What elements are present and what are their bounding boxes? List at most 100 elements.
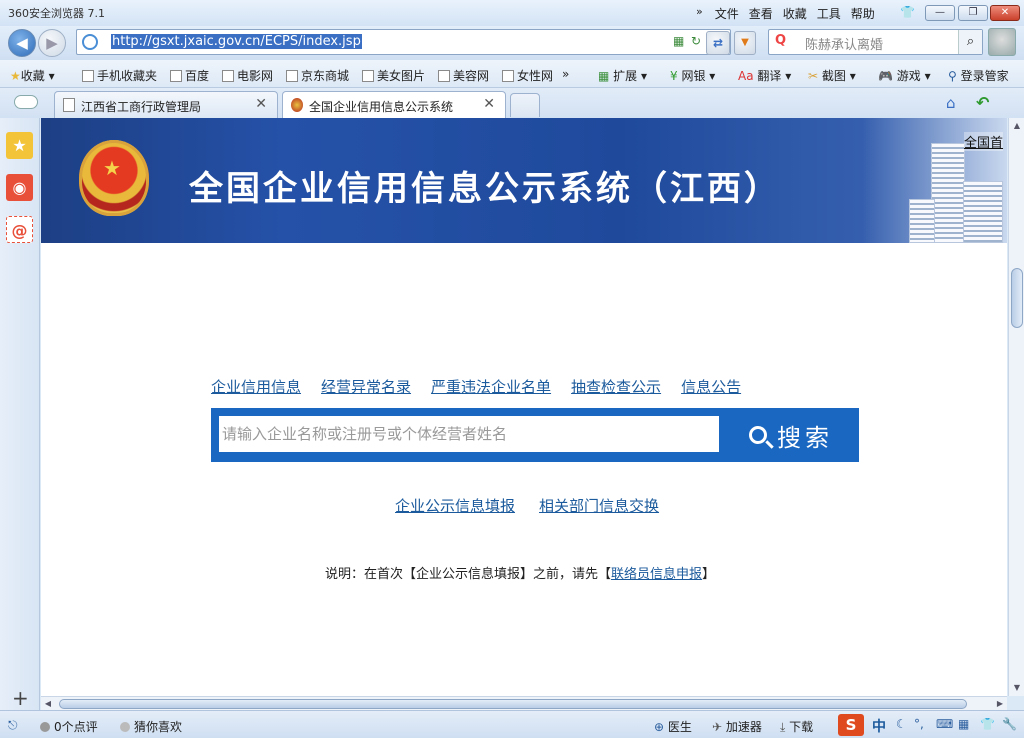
punctuation-icon[interactable]: °, bbox=[914, 717, 924, 731]
link-info-exchange[interactable]: 相关部门信息交换 bbox=[539, 495, 659, 516]
tab-jiangxi-aic[interactable]: 江西省工商行政管理局 ✕ bbox=[54, 91, 278, 118]
tool-screenshot[interactable]: ✂ 截图 ▾ bbox=[808, 67, 856, 84]
tool-login-manager[interactable]: ⚲ 登录管家 bbox=[948, 67, 1009, 84]
scroll-up-icon[interactable]: ▲ bbox=[1009, 118, 1024, 134]
doctor-button[interactable]: ⊕ 医生 bbox=[654, 718, 692, 735]
tool-label: 登录管家 bbox=[960, 69, 1009, 83]
minimize-button[interactable]: — bbox=[925, 5, 955, 21]
tool-label: 翻译 bbox=[757, 69, 782, 83]
fav-item-pictures[interactable]: 美女图片 bbox=[362, 67, 425, 84]
url-field[interactable]: http://gsxt.jxaic.gov.cn/ECPS/index.jsp … bbox=[76, 29, 731, 55]
skin-icon[interactable]: 👕 bbox=[900, 5, 915, 19]
menu-view[interactable]: 查看 bbox=[749, 5, 773, 22]
menu-bar: » 文件 查看 收藏 工具 帮助 bbox=[696, 5, 885, 22]
ime-mode[interactable]: 中 bbox=[872, 716, 886, 736]
link-enterprise-credit[interactable]: 企业信用信息 bbox=[211, 376, 301, 397]
keyboard-icon[interactable]: ⌨ bbox=[936, 717, 953, 731]
menu-file[interactable]: 文件 bbox=[715, 5, 739, 22]
fav-item-jd[interactable]: 京东商城 bbox=[286, 67, 349, 84]
scroll-right-icon[interactable]: ▶ bbox=[993, 697, 1007, 711]
scroll-down-icon[interactable]: ▼ bbox=[1009, 680, 1024, 696]
link-inspection[interactable]: 抽查检查公示 bbox=[571, 376, 661, 397]
shirt-icon[interactable]: 👕 bbox=[980, 717, 995, 731]
link-announcements[interactable]: 信息公告 bbox=[681, 376, 741, 397]
vertical-scrollbar[interactable]: ▲ ▼ bbox=[1008, 118, 1024, 696]
tool-games[interactable]: 🎮 游戏 ▾ bbox=[878, 67, 931, 84]
link-liaison-declaration[interactable]: 联络员信息申报 bbox=[611, 567, 702, 582]
horizontal-scrollbar[interactable]: ◀ ▶ bbox=[41, 696, 1007, 710]
weibo-icon[interactable]: ◉ bbox=[6, 174, 33, 201]
fav-item-beauty[interactable]: 美容网 bbox=[438, 67, 489, 84]
search-placeholder: 陈赫承认离婚 bbox=[805, 38, 884, 53]
favorites-menu[interactable]: ★收藏 ▾ bbox=[10, 67, 55, 84]
fav-item-women[interactable]: 女性网 bbox=[502, 67, 553, 84]
emblem-star-icon: ★ bbox=[103, 156, 121, 180]
restore-button[interactable]: ❐ bbox=[958, 5, 988, 21]
accelerator-button[interactable]: ✈ 加速器 bbox=[712, 718, 762, 735]
favorites-star-icon[interactable]: ★ bbox=[6, 132, 33, 159]
fav-label: 美容网 bbox=[453, 69, 490, 83]
enterprise-search: 搜索 bbox=[211, 408, 859, 462]
add-sidebar-icon[interactable]: + bbox=[12, 686, 29, 710]
cloud-icon[interactable] bbox=[14, 95, 38, 109]
download-button[interactable]: ⤓ 下载 bbox=[780, 718, 813, 735]
scroll-left-icon[interactable]: ◀ bbox=[41, 697, 55, 711]
user-avatar[interactable] bbox=[988, 28, 1016, 56]
forward-button[interactable]: ▶ bbox=[38, 29, 66, 57]
comments-status[interactable]: 0个点评 bbox=[40, 718, 98, 735]
note-suffix: 】 bbox=[702, 567, 716, 582]
menu-more-icon[interactable]: » bbox=[696, 5, 703, 22]
refresh-icon[interactable]: ↻ bbox=[691, 34, 701, 48]
horizontal-scroll-thumb[interactable] bbox=[59, 699, 967, 709]
fav-item-movies[interactable]: 电影网 bbox=[222, 67, 273, 84]
qr-icon[interactable]: ▦ bbox=[673, 34, 684, 48]
exit-icon[interactable]: ⎋ bbox=[8, 718, 18, 733]
page-icon bbox=[82, 70, 94, 82]
fav-item-baidu[interactable]: 百度 bbox=[170, 67, 209, 84]
menu-help[interactable]: 帮助 bbox=[851, 5, 875, 22]
back-button[interactable]: ◀ bbox=[8, 29, 36, 57]
menu-tools[interactable]: 工具 bbox=[817, 5, 841, 22]
link-abnormal-list[interactable]: 经营异常名录 bbox=[321, 376, 411, 397]
enterprise-search-input[interactable] bbox=[219, 416, 719, 452]
compat-mode-icon[interactable]: ⇄ bbox=[706, 31, 730, 55]
search-button[interactable]: 搜索 bbox=[731, 416, 851, 454]
close-button[interactable]: ✕ bbox=[990, 5, 1020, 21]
guess-icon bbox=[120, 722, 130, 732]
tool-translate[interactable]: Aa 翻译 ▾ bbox=[738, 67, 791, 84]
menu-favorites[interactable]: 收藏 bbox=[783, 5, 807, 22]
link-illegal-list[interactable]: 严重违法企业名单 bbox=[431, 376, 551, 397]
search-field[interactable]: Q 陈赫承认离婚 ⌕ bbox=[768, 29, 983, 55]
tool-ebank[interactable]: ¥ 网银 ▾ bbox=[670, 67, 715, 84]
wrench-icon[interactable]: 🔧 bbox=[1002, 717, 1017, 731]
tool-extensions[interactable]: ▦ 扩展 ▾ bbox=[598, 67, 647, 84]
apps-icon[interactable]: ▦ bbox=[958, 717, 969, 731]
search-icon[interactable]: ⌕ bbox=[958, 30, 982, 54]
search-engine-icon[interactable]: Q bbox=[775, 33, 786, 48]
tab-credit-system[interactable]: 全国企业信用信息公示系统 ✕ bbox=[282, 91, 506, 118]
fav-label: 电影网 bbox=[237, 69, 274, 83]
close-tab-icon[interactable]: ✕ bbox=[255, 96, 267, 112]
search-button-label: 搜索 bbox=[777, 423, 833, 452]
tab-label: 江西省工商行政管理局 bbox=[81, 100, 202, 114]
new-tab-button[interactable] bbox=[510, 93, 540, 117]
mail-icon[interactable]: @ bbox=[6, 216, 33, 243]
fav-item-mobile[interactable]: 手机收藏夹 bbox=[82, 67, 157, 84]
ime-logo[interactable]: S bbox=[838, 714, 864, 736]
guess-like-status[interactable]: 猜你喜欢 bbox=[120, 718, 182, 735]
favorites-bar: ★收藏 ▾ 手机收藏夹 百度 电影网 京东商城 美女图片 美容网 女性网 » ▦… bbox=[0, 60, 1024, 88]
fav-more-icon[interactable]: » bbox=[562, 67, 569, 81]
fav-label: 京东商城 bbox=[301, 69, 350, 83]
emblem-icon bbox=[291, 98, 303, 112]
comment-icon bbox=[40, 722, 50, 732]
undo-close-icon[interactable]: ↶ bbox=[976, 93, 989, 112]
vertical-scroll-thumb[interactable] bbox=[1011, 268, 1023, 328]
close-tab-icon[interactable]: ✕ bbox=[483, 96, 495, 112]
link-info-filing[interactable]: 企业公示信息填报 bbox=[395, 495, 515, 516]
sidebar: ★ ◉ @ + bbox=[0, 118, 40, 710]
home-icon[interactable]: ⌂ bbox=[946, 94, 956, 112]
moon-icon[interactable]: ☾ bbox=[896, 717, 907, 731]
national-home-link[interactable]: 全国首 bbox=[964, 132, 1004, 151]
dropdown-icon[interactable]: ▼ bbox=[734, 31, 756, 55]
url-text[interactable]: http://gsxt.jxaic.gov.cn/ECPS/index.jsp bbox=[111, 34, 362, 49]
